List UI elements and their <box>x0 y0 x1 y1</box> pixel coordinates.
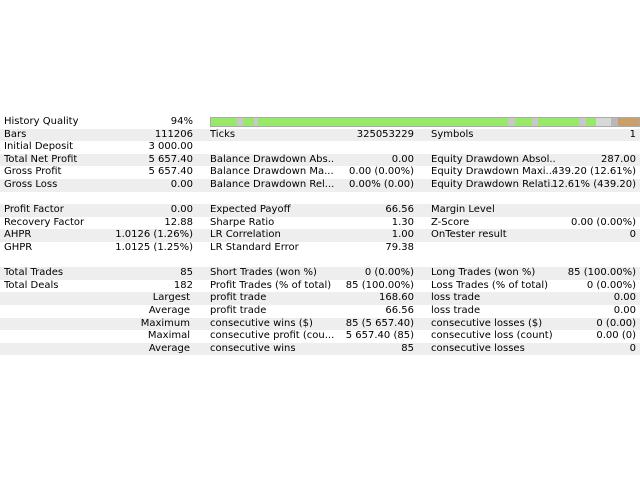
table-row: Average profit trade 66.56 loss trade 0.00 <box>0 305 640 318</box>
quality-segment <box>596 117 612 126</box>
cell-col1-label: Maximal <box>147 330 190 342</box>
cell-col4-value: 325053229 <box>356 128 414 140</box>
cell-col4-value: 5 657.40 (85) <box>345 330 414 342</box>
cell-col2-value: 1.0125 (1.25%) <box>115 241 193 253</box>
history-quality-bar <box>210 116 640 127</box>
cell-col6-value: 0 <box>629 229 636 241</box>
quality-segment <box>514 117 532 126</box>
cell-col4-value: 66.56 <box>385 304 414 316</box>
cell-col1-label: Largest <box>152 292 190 304</box>
table-row: Gross Profit 5 657.40 Balance Drawdown Ma.… <box>0 166 640 179</box>
cell-col4-value: 1.00 <box>391 229 414 241</box>
cell-col1-label: Maximum <box>140 317 190 329</box>
cell-col4-value: 0.00 <box>391 153 414 165</box>
cell-col4-value: 0.00% (0.00) <box>348 178 414 190</box>
quality-segment <box>617 117 639 126</box>
cell-col4-value: 66.56 <box>385 204 414 216</box>
quality-segment <box>538 117 580 126</box>
quality-segment <box>243 117 254 126</box>
cell-col6-value: 0.00 <box>613 304 636 316</box>
cell-col6-value: 0.00 (0.00%) <box>570 216 636 228</box>
cell-col4-value: 85 (5 657.40) <box>345 317 414 329</box>
cell-col6-value: 439.20 (12.61%) <box>551 166 636 178</box>
cell-col2-value: 1.0126 (1.26%) <box>115 229 193 241</box>
table-row: Total Deals 182 Profit Trades (% of total)… <box>0 280 640 293</box>
cell-col2-value: 3 000.00 <box>148 141 193 153</box>
cell-col2-value: 85 <box>180 267 193 279</box>
cell-col1-label: Average <box>148 342 190 354</box>
cell-col4-value: 85 <box>401 342 414 354</box>
table-row: Maximum consecutive wins ($) 85 (5 657.40)… <box>0 317 640 331</box>
cell-col6-value: 1 <box>629 128 636 140</box>
table-row: Initial Deposit 3 000.00 <box>0 141 640 154</box>
table-row: Largest profit trade 168.60 loss trade 0.00 <box>0 292 640 305</box>
cell-col6-value: 0 <box>629 342 636 354</box>
table-row: GHPR 1.0125 (1.25%) LR Standard Error 79.38 <box>0 242 640 255</box>
cell-col4-value: 0.00 (0.00%) <box>348 166 414 178</box>
quality-segment <box>211 117 237 126</box>
quality-segment <box>258 117 509 126</box>
cell-col6-value: 0 (0.00) <box>596 317 636 329</box>
cell-col5-label: Margin Level <box>431 204 495 216</box>
history-quality-value: 94% <box>170 116 193 127</box>
cell-col4-value: 79.38 <box>385 241 414 253</box>
cell-col4-value: 1.30 <box>391 216 414 228</box>
backtest-report: History Quality 94% Bars 111206 Ticks 32505… <box>0 116 640 356</box>
quality-segment <box>585 117 597 126</box>
table-row: Total Trades 85 Short Trades (won %) 0 (0.0… <box>0 267 640 280</box>
table-row: Recovery Factor 12.88 Sharpe Ratio 1.30 Z-Sc… <box>0 217 640 230</box>
report-table: Bars 111206 Ticks 325053229 Symbols 1 Initial … <box>0 128 640 356</box>
cell-col2-value: 0.00 <box>170 178 193 190</box>
cell-col6-value: 0.00 <box>613 292 636 304</box>
history-quality-row: History Quality 94% <box>0 116 640 129</box>
cell-col6-value: 12.61% (439.20) <box>551 178 636 190</box>
cell-col6-value: 287.00 <box>601 153 636 165</box>
cell-col2-value: 12.88 <box>164 216 193 228</box>
table-row: Average consecutive wins 85 consecutive los… <box>0 342 640 356</box>
cell-col2-value: 5 657.40 <box>148 153 193 165</box>
cell-col6-value: 0 (0.00%) <box>586 279 636 291</box>
cell-col2-value: 5 657.40 <box>148 166 193 178</box>
cell-col6-value: 0.00 (0) <box>596 330 636 342</box>
spacer-row <box>0 255 640 268</box>
table-row: Bars 111206 Ticks 325053229 Symbols 1 <box>0 128 640 142</box>
cell-col2-value: 182 <box>173 279 193 291</box>
table-row: Gross Loss 0.00 Balance Drawdown Rel... 0.0… <box>0 178 640 192</box>
cell-col1-label: Average <box>148 304 190 316</box>
table-row: AHPR 1.0126 (1.26%) LR Correlation 1.00 OnTe… <box>0 229 640 242</box>
table-row: Profit Factor 0.00 Expected Payoff 66.56 Mar… <box>0 204 640 217</box>
cell-col4-value: 0 (0.00%) <box>364 267 414 279</box>
cell-col6-value: 85 (100.00%) <box>567 267 636 279</box>
spacer-row <box>0 192 640 205</box>
cell-col4-value: 85 (100.00%) <box>345 279 414 291</box>
table-row: Total Net Profit 5 657.40 Balance Drawdown… <box>0 153 640 167</box>
table-row: Maximal consecutive profit (cou... 5 657.4… <box>0 330 640 343</box>
cell-col2-value: 111206 <box>154 128 193 140</box>
cell-col2-value: 0.00 <box>170 204 193 216</box>
cell-col4-value: 168.60 <box>379 292 414 304</box>
